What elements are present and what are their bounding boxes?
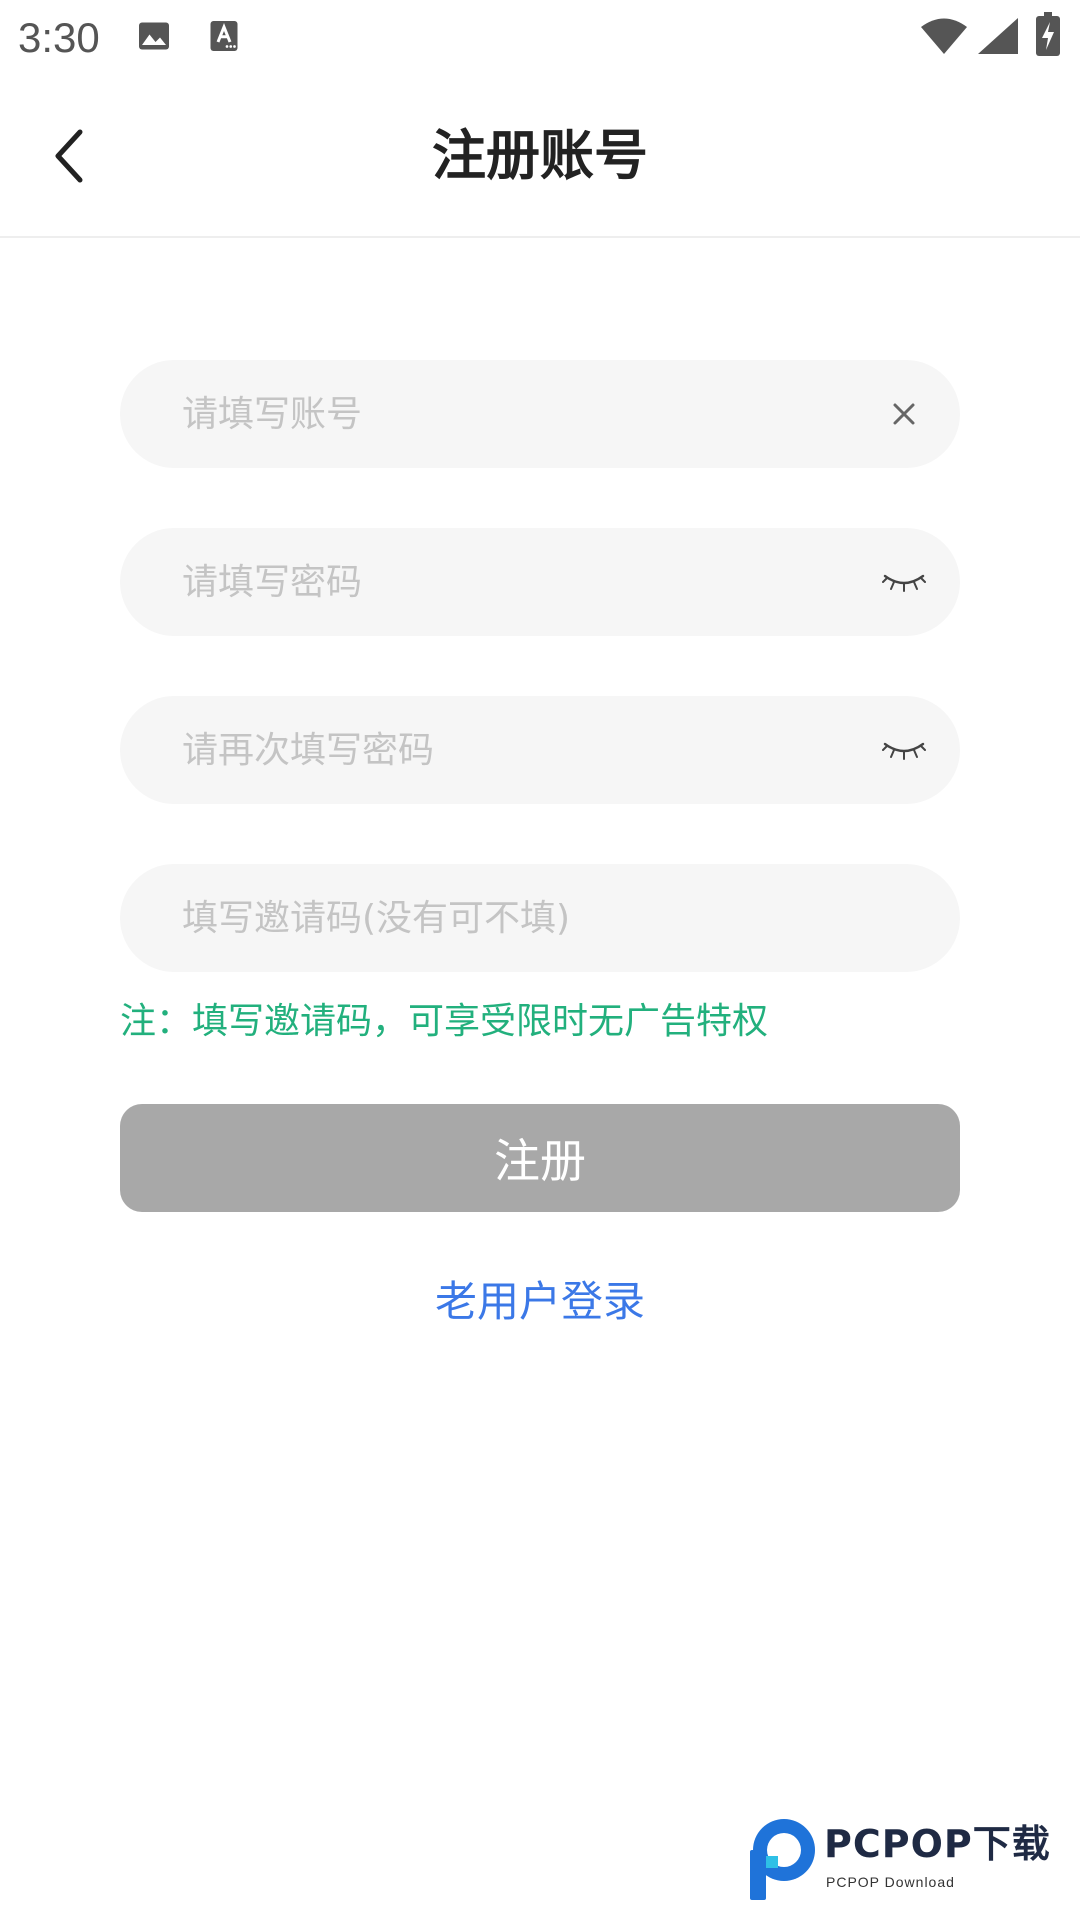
existing-user-login-link[interactable]: 老用户登录 [0, 1276, 1080, 1328]
invite-code-input[interactable] [182, 864, 862, 972]
eye-closed-icon [882, 742, 926, 760]
account-input[interactable] [182, 360, 862, 468]
invite-code-note: 注：填写邀请码，可享受限时无广告特权 [120, 1001, 769, 1042]
password-field [120, 528, 960, 636]
eye-closed-icon [882, 574, 926, 592]
toggle-password-visibility-button[interactable] [876, 554, 932, 610]
clear-icon [893, 403, 915, 425]
invite-code-field [120, 864, 960, 972]
page-title: 注册账号 [432, 124, 648, 187]
confirm-password-field [120, 696, 960, 804]
register-screen: 3:30 注册账号 请填写账号 填写邀请码(没有可不填) 注：填写邀请码，可享受… [0, 0, 1080, 1920]
watermark-main-text: PCPOP下载 [824, 1822, 1051, 1866]
status-time: 3:30 [18, 14, 100, 61]
watermark-sub-text: PCPOP Download [826, 1874, 955, 1890]
pcpop-watermark: PCPOP下载 PCPOP Download [744, 1816, 1074, 1902]
battery-charging-icon [1036, 12, 1060, 56]
photo-icon [139, 22, 169, 50]
wifi-icon [921, 18, 967, 54]
app-header: 注册账号 [0, 72, 1080, 238]
cell-signal-icon [978, 18, 1018, 54]
pcpop-logo-icon [750, 1819, 815, 1900]
register-button[interactable]: 注册 [120, 1104, 960, 1212]
toggle-confirm-password-visibility-button[interactable] [876, 722, 932, 778]
account-field [120, 360, 960, 468]
status-bar: 3:30 [0, 0, 1080, 72]
confirm-password-input[interactable] [182, 696, 862, 804]
clear-account-button[interactable] [876, 386, 932, 442]
password-input[interactable] [182, 528, 862, 636]
text-a-icon [210, 21, 238, 51]
